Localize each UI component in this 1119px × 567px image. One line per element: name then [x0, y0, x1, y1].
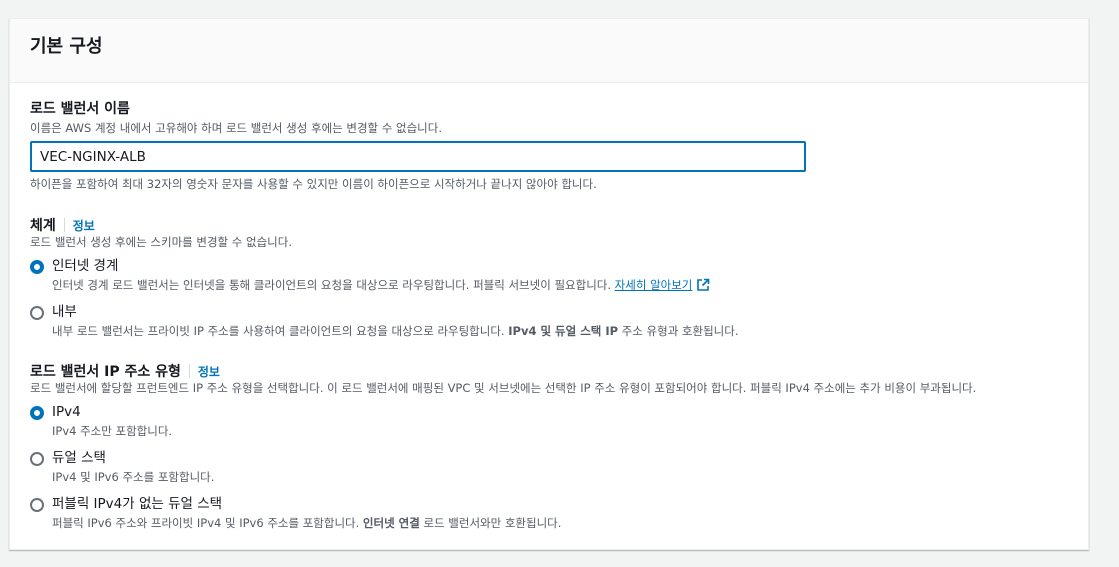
ip-type-dualstack-label[interactable]: 듀얼 스택	[52, 449, 106, 467]
internal-desc-post: 주소 유형과 호환됩니다.	[618, 324, 739, 338]
internal-desc-pre: 내부 로드 밸런서는 프라이빗 IP 주소를 사용하여 클라이언트의 요청을 대…	[52, 324, 509, 338]
scheme-internet-facing-label[interactable]: 인터넷 경계	[52, 257, 118, 275]
lb-name-description: 이름은 AWS 계정 내에서 고유해야 하며 로드 밸런서 생성 후에는 변경할…	[30, 121, 442, 135]
ip-type-description: 로드 밸런서에 할당할 프런트엔드 IP 주소 유형을 선택합니다. 이 로드 …	[30, 381, 977, 395]
ip-type-label: 로드 밸런서 IP 주소 유형	[30, 364, 181, 380]
scheme-internal-description: 내부 로드 밸런서는 프라이빗 IP 주소를 사용하여 클라이언트의 요청을 대…	[52, 323, 738, 339]
ip-type-dualstack-no-public-ipv4-radio[interactable]	[30, 498, 44, 512]
ip-type-ipv4-description: IPv4 주소만 포함합니다.	[52, 424, 173, 438]
ip-type-info-link[interactable]: 정보	[198, 365, 220, 379]
scheme-header: 체계 정보	[30, 215, 95, 235]
panel-header: 기본 구성	[10, 19, 1088, 83]
basic-configuration-panel: 기본 구성 로드 밸런서 이름 이름은 AWS 계정 내에서 고유해야 하며 로…	[9, 18, 1089, 550]
ip-type-ipv4-label[interactable]: IPv4	[52, 403, 81, 421]
ip-type-dualstack-no-public-ipv4-description: 퍼블릭 IPv6 주소와 프라이빗 IPv4 및 IPv6 주소를 포함합니다.…	[52, 515, 561, 531]
scheme-description: 로드 밸런서 생성 후에는 스키마를 변경할 수 없습니다.	[30, 235, 293, 249]
scheme-label: 체계	[30, 218, 56, 234]
scheme-internal-radio[interactable]	[30, 306, 44, 320]
scheme-internet-facing-description: 인터넷 경계 로드 밸런서는 인터넷을 통해 클라이언트의 요청을 대상으로 라…	[52, 277, 710, 296]
external-link-icon[interactable]	[696, 278, 710, 296]
lb-name-constraint: 하이픈을 포함하여 최대 32자의 영숫자 문자를 사용할 수 있지만 이름이 …	[30, 177, 597, 191]
scheme-internet-facing-radio[interactable]	[30, 260, 44, 274]
ip-type-header: 로드 밸런서 IP 주소 유형 정보	[30, 361, 220, 381]
lb-name-input[interactable]	[30, 141, 806, 172]
ip-type-dualstack-description: IPv4 및 IPv6 주소를 포함합니다.	[52, 470, 215, 484]
info-separator	[63, 218, 65, 232]
dualstack-no-ipv4-desc-pre: 퍼블릭 IPv6 주소와 프라이빗 IPv4 및 IPv6 주소를 포함합니다.	[52, 516, 363, 530]
ip-type-ipv4-radio[interactable]	[30, 406, 44, 420]
panel-title: 기본 구성	[30, 36, 103, 57]
internal-desc-bold: IPv4 및 듀얼 스택 IP	[508, 324, 619, 338]
dualstack-no-ipv4-desc-post: 로드 밸런서와만 호환됩니다.	[419, 516, 562, 530]
info-separator	[188, 364, 190, 378]
scheme-info-link[interactable]: 정보	[73, 219, 95, 233]
scheme-internal-label[interactable]: 내부	[52, 303, 77, 321]
ip-type-dualstack-radio[interactable]	[30, 452, 44, 466]
lb-name-label: 로드 밸런서 이름	[30, 101, 130, 117]
dualstack-no-ipv4-desc-bold: 인터넷 연결	[362, 516, 420, 530]
internet-facing-desc-text: 인터넷 경계 로드 밸런서는 인터넷을 통해 클라이언트의 요청을 대상으로 라…	[52, 278, 612, 292]
learn-more-link[interactable]: 자세히 알아보기	[615, 278, 693, 292]
ip-type-dualstack-no-public-ipv4-label[interactable]: 퍼블릭 IPv4가 없는 듀얼 스택	[52, 495, 222, 513]
